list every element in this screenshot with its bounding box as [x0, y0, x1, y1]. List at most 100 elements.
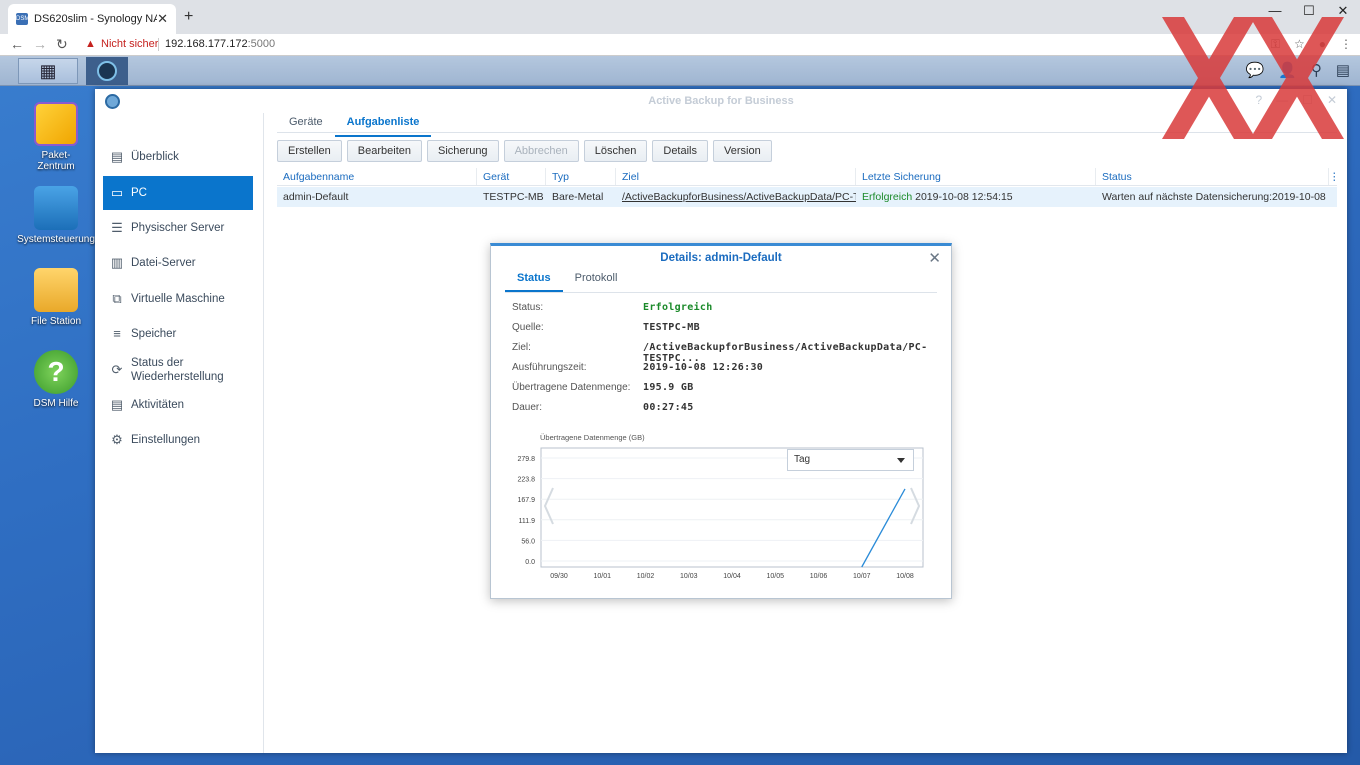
- menu-icon[interactable]: ⋮: [1340, 37, 1352, 52]
- last-backup-time: 2019-10-08 12:54:15: [915, 191, 1013, 203]
- address-bar: ← → ↻ ▲ Nicht sicher 192.168.177.172:500…: [0, 34, 1360, 56]
- search-icon[interactable]: ⚲: [1311, 61, 1322, 79]
- storage-icon: ≡: [113, 326, 121, 341]
- column-menu-icon[interactable]: ⋮: [1329, 168, 1337, 185]
- main-menu-button[interactable]: ▦: [18, 58, 78, 84]
- overview-icon: ▤: [110, 149, 124, 164]
- field-value-target: /ActiveBackupforBusiness/ActiveBackupDat…: [643, 342, 928, 364]
- sidebar-item-settings[interactable]: ⚙ Einstellungen: [103, 423, 253, 457]
- dialog-tab-divider: [505, 292, 937, 293]
- sidebar-item-label: Status der Wiederherstellung: [131, 357, 224, 383]
- tab-task-list[interactable]: Aufgabenliste: [334, 115, 432, 137]
- sidebar-item-physical-server[interactable]: ☰ Physischer Server: [103, 211, 253, 245]
- cell-task-name: admin-Default: [283, 191, 349, 203]
- sidebar-item-label: Physischer Server: [131, 222, 225, 234]
- help-icon: ?: [34, 350, 78, 394]
- desktop-icon-control-panel[interactable]: Systemsteuerung: [16, 186, 96, 245]
- url-field[interactable]: 192.168.177.172:5000: [165, 38, 275, 50]
- user-icon[interactable]: 👤: [1278, 61, 1297, 79]
- sidebar-item-virtual-machine[interactable]: ⧉ Virtuelle Maschine: [103, 282, 253, 316]
- new-tab-icon[interactable]: +: [184, 8, 193, 26]
- star-icon[interactable]: ☆: [1294, 37, 1305, 52]
- url-host: 192.168.177.172: [165, 38, 248, 50]
- dialog-tab-log[interactable]: Protokoll: [563, 270, 630, 292]
- minimize-window-icon[interactable]: —: [1276, 93, 1288, 107]
- sidebar-item-restore-status[interactable]: ⟳ Status der Wiederherstellung: [103, 353, 253, 387]
- address-separator: [158, 38, 159, 51]
- browser-tab[interactable]: DSM DS620slim - Synology NAS ✕: [8, 4, 176, 34]
- widgets-icon[interactable]: ▤: [1336, 61, 1350, 79]
- active-backup-icon: [97, 61, 117, 81]
- maximize-window-icon[interactable]: ☐: [1302, 93, 1313, 107]
- sidebar-item-overview[interactable]: ▤ Überblick: [103, 140, 253, 174]
- vm-icon: ⧉: [112, 291, 122, 306]
- column-header-device[interactable]: Gerät: [477, 168, 546, 185]
- dialog-tab-status[interactable]: Status: [505, 270, 563, 292]
- sidebar-item-storage[interactable]: ≡ Speicher: [103, 317, 253, 351]
- cancel-button[interactable]: Abbrechen: [503, 140, 579, 162]
- y-tick-label: 111.9: [519, 518, 536, 525]
- field-value-duration: 00:27:45: [643, 402, 694, 413]
- sidebar-item-file-server[interactable]: ▥ Datei-Server: [103, 246, 253, 280]
- sidebar-item-pc[interactable]: ▭ PC: [103, 176, 253, 210]
- minimize-icon[interactable]: —: [1258, 0, 1292, 24]
- column-header-type[interactable]: Typ: [546, 168, 616, 185]
- desktop-icon-package-center[interactable]: Paket- Zentrum: [16, 102, 96, 172]
- help-button-icon[interactable]: ?: [1255, 93, 1262, 107]
- range-select[interactable]: Tag: [787, 449, 914, 471]
- browser-actions: ⚿ ☆ ● ⋮: [1271, 37, 1352, 52]
- main-tabs: Geräte Aufgabenliste: [277, 115, 432, 137]
- edit-button[interactable]: Bearbeiten: [346, 140, 423, 162]
- sidebar-item-label: Virtuelle Maschine: [131, 293, 225, 305]
- chart-title: Übertragene Datenmenge (GB): [540, 433, 645, 442]
- profile-icon[interactable]: ●: [1319, 37, 1326, 52]
- x-tick-label: 10/01: [593, 573, 611, 580]
- table-header: Aufgabenname Gerät Typ Ziel Letzte Siche…: [277, 168, 1337, 186]
- column-header-last-backup[interactable]: Letzte Sicherung: [856, 168, 1096, 185]
- file-server-icon: ▥: [110, 255, 124, 270]
- sidebar-item-activities[interactable]: ▤ Aktivitäten: [103, 388, 253, 422]
- column-header-target[interactable]: Ziel: [616, 168, 856, 185]
- maximize-icon[interactable]: ☐: [1292, 0, 1326, 24]
- tab-devices[interactable]: Geräte: [277, 115, 335, 137]
- window-title-controls: ? — ☐ ✕: [1255, 93, 1337, 107]
- forward-icon[interactable]: →: [33, 36, 47, 52]
- table-row[interactable]: admin-Default TESTPC-MB Bare-Metal /Acti…: [277, 187, 1337, 207]
- sidebar-item-label: Einstellungen: [131, 434, 201, 446]
- sidebar-item-label: Aktivitäten: [131, 399, 185, 411]
- backup-button[interactable]: Sicherung: [427, 140, 499, 162]
- desktop-icon-dsm-help[interactable]: ? DSM Hilfe: [16, 350, 96, 409]
- key-icon[interactable]: ⚿: [1271, 37, 1280, 52]
- reload-icon[interactable]: ↻: [56, 36, 68, 53]
- sidebar-item-label: Speicher: [131, 328, 177, 340]
- details-button[interactable]: Details: [652, 140, 708, 162]
- field-label-source: Quelle:: [512, 322, 544, 333]
- target-link[interactable]: /ActiveBackupforBusiness/ActiveBackupDat…: [622, 191, 856, 203]
- y-tick-label: 279.8: [517, 456, 535, 463]
- delete-button[interactable]: Löschen: [583, 140, 648, 162]
- x-tick-label: 10/07: [853, 573, 871, 580]
- back-icon[interactable]: ←: [10, 36, 24, 52]
- x-tick-label: 09/30: [550, 573, 568, 580]
- dialog-close-icon[interactable]: ✕: [928, 249, 941, 267]
- x-tick-label: 10/04: [723, 573, 741, 580]
- security-label[interactable]: Nicht sicher: [101, 38, 158, 50]
- field-label-duration: Dauer:: [512, 402, 543, 413]
- pc-icon: ▭: [110, 185, 124, 200]
- create-button[interactable]: Erstellen: [277, 140, 342, 162]
- column-header-task-name[interactable]: Aufgabenname: [277, 168, 477, 185]
- version-button[interactable]: Version: [713, 140, 772, 162]
- close-icon[interactable]: ✕: [1326, 0, 1360, 24]
- field-label-run-time: Ausführungszeit:: [512, 362, 587, 373]
- cell-target: /ActiveBackupforBusiness/ActiveBackupDat…: [616, 187, 856, 207]
- field-value-status: Erfolgreich: [643, 302, 713, 313]
- notification-icon[interactable]: 💬: [1245, 61, 1264, 79]
- warning-icon: ▲: [85, 38, 96, 50]
- taskbar-active-backup-button[interactable]: [86, 57, 128, 85]
- desktop-icon-file-station[interactable]: File Station: [16, 268, 96, 327]
- tab-close-icon[interactable]: ✕: [157, 11, 168, 27]
- window-title: Active Backup for Business: [95, 89, 1347, 113]
- y-tick-label: 0.0: [525, 559, 535, 566]
- column-header-status[interactable]: Status: [1096, 168, 1329, 185]
- close-window-icon[interactable]: ✕: [1327, 93, 1337, 107]
